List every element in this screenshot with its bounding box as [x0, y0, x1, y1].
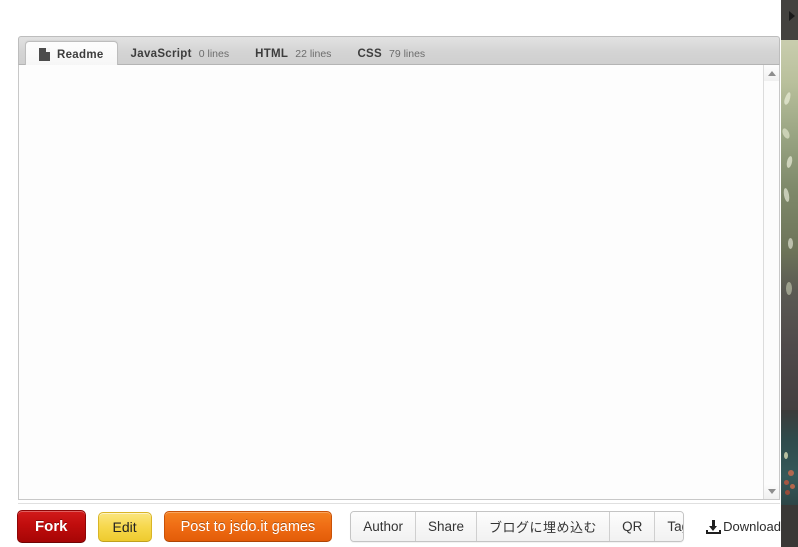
photo-speckle — [785, 490, 790, 495]
tab-javascript-lines: 0 lines — [198, 48, 230, 60]
photo-speckle — [784, 452, 788, 459]
download-label: Download — [723, 519, 781, 534]
photo-band-shadow — [781, 250, 798, 410]
tab-html[interactable]: HTML 22 lines — [242, 42, 344, 66]
secondary-action-group: Author Share ブログに埋め込む QR Tag — [350, 511, 685, 542]
tab-css-lines: 79 lines — [388, 48, 426, 60]
tab-html-lines: 22 lines — [295, 48, 332, 60]
triangle-up-icon — [767, 70, 776, 76]
tab-css[interactable]: CSS 79 lines — [344, 42, 438, 66]
share-button[interactable]: Share — [416, 512, 478, 541]
photo-speckle — [788, 470, 794, 476]
file-document-icon — [39, 48, 50, 61]
photo-speckle — [784, 480, 789, 485]
background-photo-strip — [781, 0, 798, 547]
scroll-up-button[interactable] — [764, 65, 779, 81]
author-button[interactable]: Author — [351, 512, 417, 541]
photo-speckle — [790, 484, 795, 489]
photo-band-footer — [781, 505, 798, 547]
tab-css-label: CSS — [357, 48, 382, 60]
tab-javascript[interactable]: JavaScript 0 lines — [118, 42, 243, 66]
photo-speckle — [786, 282, 792, 295]
scroll-down-button[interactable] — [764, 483, 779, 499]
tab-readme[interactable]: Readme — [25, 41, 118, 67]
tag-button[interactable]: Tag — [655, 512, 684, 541]
jsdoit-code-page: Readme JavaScript 0 lines HTML 22 lines … — [0, 0, 798, 547]
vertical-scrollbar[interactable] — [763, 65, 779, 499]
main-panel: Readme JavaScript 0 lines HTML 22 lines … — [0, 0, 781, 547]
download-link[interactable]: Download — [706, 519, 781, 534]
qr-button[interactable]: QR — [610, 512, 656, 541]
download-tray-icon — [706, 519, 722, 534]
play-triangle-right-icon — [789, 11, 795, 21]
toolbar-divider — [18, 503, 780, 504]
photo-band-foliage — [781, 40, 798, 250]
embed-in-blog-button[interactable]: ブログに埋め込む — [477, 512, 611, 541]
fork-button[interactable]: Fork — [17, 510, 86, 543]
readme-content[interactable] — [19, 65, 763, 499]
triangle-down-icon — [767, 488, 776, 494]
content-area — [18, 65, 780, 500]
file-tab-bar: Readme JavaScript 0 lines HTML 22 lines … — [18, 36, 780, 67]
tab-readme-label: Readme — [57, 48, 104, 61]
tab-html-label: HTML — [255, 48, 289, 60]
edit-button[interactable]: Edit — [97, 511, 152, 542]
photo-speckle — [788, 238, 793, 249]
tab-javascript-label: JavaScript — [130, 48, 192, 60]
post-to-jsdoit-games-button[interactable]: Post to jsdo.it games — [163, 511, 333, 542]
bottom-toolbar: Fork Edit Post to jsdo.it games Author S… — [0, 506, 781, 547]
scrollbar-track[interactable] — [764, 81, 779, 483]
